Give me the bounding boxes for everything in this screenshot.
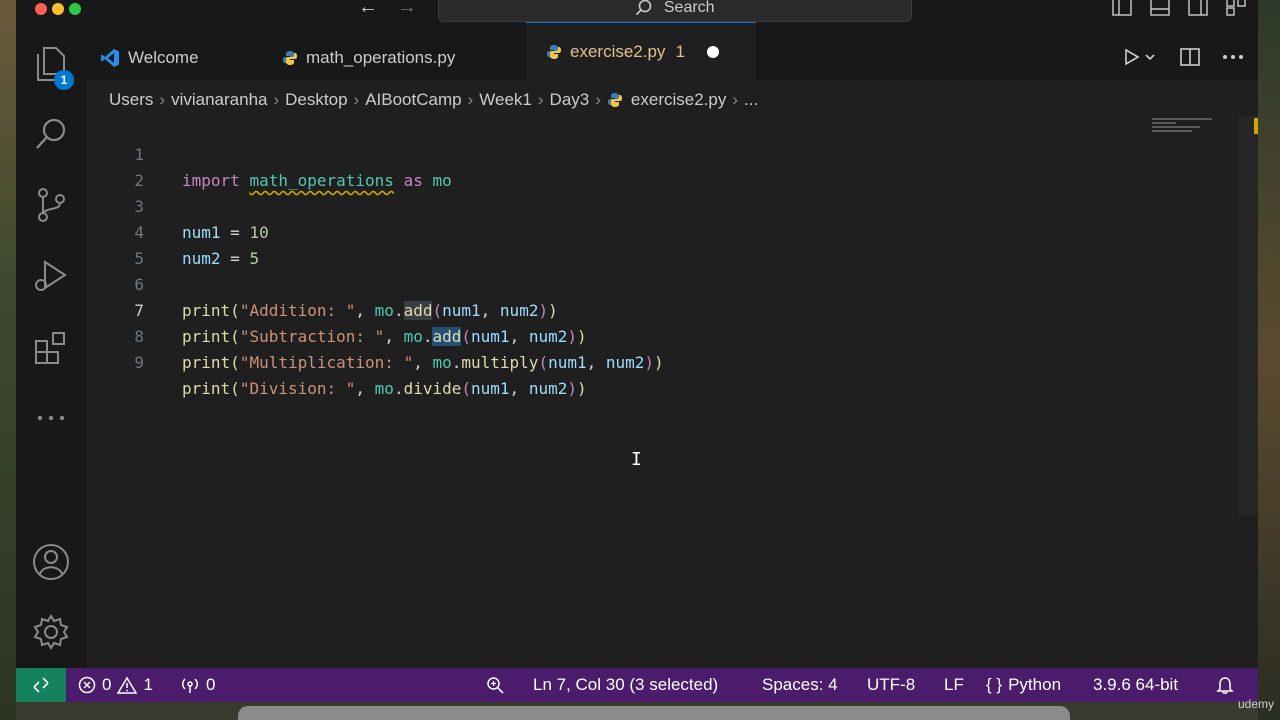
broadcast-icon bbox=[182, 678, 198, 693]
forward-arrow-icon[interactable]: → bbox=[397, 0, 417, 19]
line-number: 9 bbox=[134, 353, 144, 372]
chevron-right-icon: › bbox=[273, 90, 280, 109]
ports-count: 0 bbox=[206, 675, 216, 694]
python-file-icon bbox=[283, 51, 297, 65]
activity-bar: 1 bbox=[16, 22, 86, 668]
problems-indicator[interactable]: 0 1 bbox=[78, 668, 153, 702]
code-text: print("Multiplication: ", mo.multiply(nu… bbox=[182, 353, 664, 372]
editor-tab-bar: Welcome math_operations.py exercise2.py … bbox=[86, 22, 1258, 80]
error-icon bbox=[78, 676, 96, 694]
desktop-background-left bbox=[0, 0, 16, 720]
minimize-window-button[interactable] bbox=[52, 3, 64, 15]
tab-exercise2[interactable]: exercise2.py 1 bbox=[526, 22, 756, 80]
code-line[interactable]: 2 bbox=[86, 142, 1166, 190]
vscode-logo-icon bbox=[101, 49, 119, 67]
breadcrumb-users[interactable]: Users bbox=[109, 90, 153, 110]
error-count: 0 bbox=[102, 675, 112, 694]
accounts-icon[interactable] bbox=[31, 542, 71, 582]
breadcrumb: Users › vivianaranha › Desktop › AIBootC… bbox=[109, 88, 758, 112]
tab-math-operations-label: math_operations.py bbox=[306, 48, 456, 67]
tab-problem-count: 1 bbox=[675, 41, 685, 61]
zoom-indicator[interactable] bbox=[486, 668, 504, 702]
language-label: Python bbox=[1008, 675, 1062, 694]
notifications-bell-icon[interactable] bbox=[1216, 668, 1234, 702]
breadcrumb-desktop[interactable]: Desktop bbox=[285, 90, 347, 110]
breadcrumb-day3[interactable]: Day3 bbox=[550, 90, 590, 110]
manage-gear-icon[interactable] bbox=[31, 612, 71, 652]
warning-icon bbox=[117, 676, 138, 694]
more-views-icon[interactable] bbox=[31, 398, 71, 438]
breadcrumb-aibootcamp[interactable]: AIBootCamp bbox=[365, 90, 461, 110]
chevron-right-icon: › bbox=[467, 90, 474, 109]
remote-icon bbox=[33, 677, 49, 693]
code-line[interactable]: 3 num1 = 10 bbox=[86, 168, 1166, 242]
status-bar: 0 1 0 Ln 7, Col 30 (3 selected) Spaces: … bbox=[16, 668, 1258, 702]
ports-indicator[interactable]: 0 bbox=[180, 668, 215, 702]
source-control-icon[interactable] bbox=[31, 185, 71, 225]
code-line[interactable]: 5 bbox=[86, 220, 1166, 268]
tab-exercise2-label: exercise2.py bbox=[570, 41, 666, 61]
cursor-position[interactable]: Ln 7, Col 30 (3 selected) bbox=[533, 668, 718, 702]
back-arrow-icon[interactable]: ← bbox=[358, 0, 378, 19]
warning-count: 1 bbox=[143, 675, 153, 694]
indentation-setting[interactable]: Spaces: 4 bbox=[762, 668, 838, 702]
code-editor[interactable]: 1 import math_operations as mo 2 3 num1 … bbox=[86, 116, 1258, 668]
unsaved-changes-dot-icon[interactable] bbox=[706, 45, 719, 58]
warning-scroll-marker bbox=[1254, 118, 1258, 134]
split-editor-icon[interactable] bbox=[1180, 48, 1200, 66]
encoding-setting[interactable]: UTF-8 bbox=[867, 668, 915, 702]
more-actions-icon[interactable] bbox=[1222, 54, 1244, 60]
chevron-right-icon: › bbox=[353, 90, 360, 109]
extensions-icon[interactable] bbox=[31, 328, 71, 368]
toggle-primary-sidebar-icon[interactable] bbox=[1112, 0, 1132, 16]
vscode-window: ← → Search 1 Welcome math_operations.py … bbox=[16, 0, 1258, 702]
desktop-background-right bbox=[1258, 0, 1280, 720]
macos-dock bbox=[238, 706, 1070, 720]
zoom-window-button[interactable] bbox=[69, 3, 81, 15]
run-and-debug-icon[interactable] bbox=[31, 256, 71, 296]
chevron-right-icon: › bbox=[595, 90, 601, 109]
vertical-scrollbar[interactable] bbox=[1238, 116, 1258, 516]
tab-welcome-label: Welcome bbox=[128, 48, 199, 67]
breadcrumb-symbols[interactable]: ... bbox=[744, 90, 758, 110]
chevron-right-icon: › bbox=[732, 90, 739, 109]
customize-layout-icon[interactable] bbox=[1226, 0, 1246, 16]
braces-icon: { } bbox=[986, 675, 1003, 694]
code-line[interactable]: 8 print("Multiplication: ", mo.multiply(… bbox=[86, 298, 1166, 372]
chevron-right-icon: › bbox=[537, 90, 544, 109]
code-line[interactable]: 9 print("Division: ", mo.divide(num1, nu… bbox=[86, 324, 1166, 398]
search-icon bbox=[636, 0, 652, 16]
language-mode[interactable]: { } Python bbox=[986, 668, 1061, 702]
close-window-button[interactable] bbox=[35, 3, 47, 15]
python-file-icon bbox=[607, 93, 622, 107]
breadcrumb-week1[interactable]: Week1 bbox=[479, 90, 532, 110]
code-line[interactable]: 1 import math_operations as mo bbox=[86, 116, 1166, 190]
eol-setting[interactable]: LF bbox=[944, 668, 964, 702]
toggle-secondary-sidebar-icon[interactable] bbox=[1188, 0, 1208, 16]
mouse-ibeam-cursor-icon: I bbox=[631, 449, 642, 470]
chevron-right-icon: › bbox=[159, 90, 166, 109]
python-file-icon bbox=[547, 44, 561, 59]
code-line-active[interactable]: 7 print("Subtraction: ", mo.add(num1, nu… bbox=[86, 272, 1166, 346]
run-python-file-icon[interactable] bbox=[1124, 48, 1158, 66]
code-line[interactable]: 4 num2 = 5 bbox=[86, 194, 1166, 268]
zoom-icon bbox=[487, 677, 504, 694]
code-text: print("Division: ", mo.divide(num1, num2… bbox=[182, 379, 587, 398]
search-view-icon[interactable] bbox=[31, 114, 71, 154]
udemy-watermark: udemy bbox=[1237, 697, 1274, 711]
breadcrumb-file[interactable]: exercise2.py bbox=[631, 90, 726, 110]
tab-math-operations[interactable]: math_operations.py bbox=[282, 36, 455, 80]
command-center-search[interactable]: Search bbox=[438, 0, 912, 22]
title-bar: ← → Search bbox=[16, 0, 1258, 22]
minimap[interactable] bbox=[1152, 116, 1238, 146]
search-label: Search bbox=[663, 0, 715, 16]
python-interpreter[interactable]: 3.9.6 64-bit bbox=[1093, 668, 1178, 702]
explorer-badge: 1 bbox=[54, 70, 74, 90]
code-line[interactable]: 6 print("Addition: ", mo.add(num1, num2)… bbox=[86, 246, 1166, 320]
toggle-panel-icon[interactable] bbox=[1150, 0, 1170, 16]
remote-indicator[interactable] bbox=[16, 668, 66, 702]
breadcrumb-vivianaranha[interactable]: vivianaranha bbox=[171, 90, 267, 110]
tab-welcome[interactable]: Welcome bbox=[100, 36, 199, 80]
